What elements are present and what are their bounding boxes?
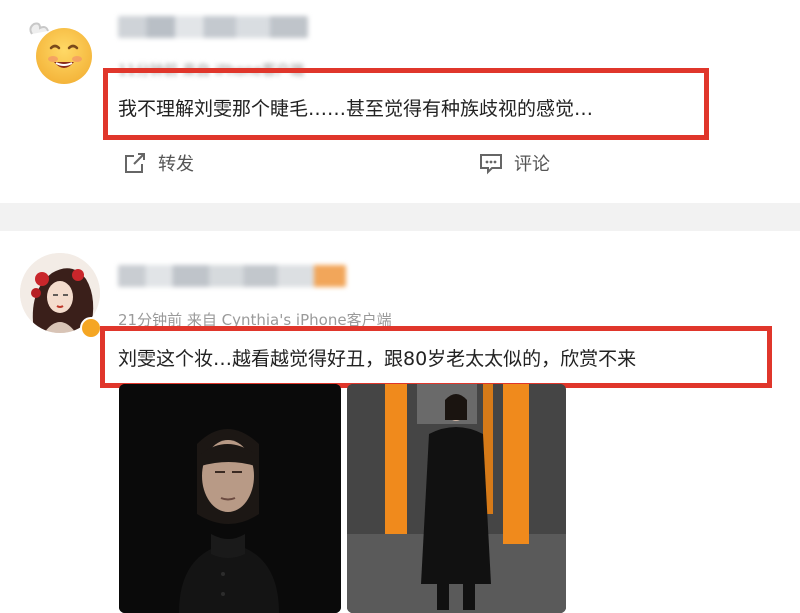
post-text: 刘雯这个妆…越看越觉得好丑，跟80岁老太太似的，欣赏不来 (118, 348, 637, 370)
post-image[interactable] (119, 384, 341, 613)
portrait-photo (119, 384, 341, 613)
emoji-avatar-icon[interactable] (24, 14, 96, 86)
comment-label: 评论 (514, 154, 550, 175)
comment-icon (480, 154, 502, 175)
repost-label: 转发 (158, 154, 194, 175)
post-card: 21分钟前 来自 Cynthia's iPhone客户端 刘雯这个妆…越看越觉得… (0, 231, 800, 613)
comment-button[interactable]: 评论 (478, 150, 550, 176)
share-icon (125, 153, 145, 173)
runway-photo (347, 384, 566, 613)
username-blurred[interactable] (118, 265, 346, 287)
post-text: 我不理解刘雯那个睫毛……甚至觉得有种族歧视的感觉… (118, 98, 594, 120)
post-card: 11分钟前 来自 iPhone客户端 我不理解刘雯那个睫毛……甚至觉得有种族歧视… (0, 0, 800, 203)
verified-badge-icon (80, 317, 102, 339)
username-blurred[interactable] (118, 16, 308, 38)
repost-button[interactable]: 转发 (122, 150, 194, 176)
post-image[interactable] (347, 384, 566, 613)
post-separator (0, 203, 800, 231)
